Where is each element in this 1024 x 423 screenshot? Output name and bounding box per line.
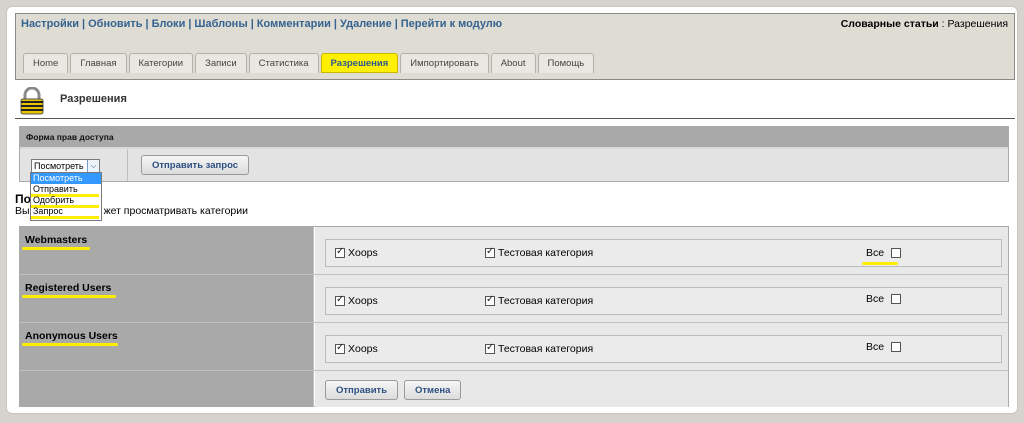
checkbox-all[interactable]: Все: [866, 247, 902, 259]
group-row-anonymous-users: Anonymous Users Xoops Тестовая категория…: [20, 323, 1008, 371]
module-title: Словарные статьи : Разрешения: [841, 18, 1008, 30]
tab-permissions[interactable]: Разрешения: [320, 53, 399, 73]
permission-form-title: Форма прав доступа: [20, 127, 1008, 147]
group-label-cell: Anonymous Users: [20, 323, 314, 370]
dropdown-option-view[interactable]: Посмотреть: [31, 173, 101, 184]
checkbox[interactable]: [335, 342, 345, 354]
checkbox[interactable]: [485, 246, 495, 258]
nav-comments[interactable]: Комментарии: [257, 18, 331, 30]
module-page-name: Разрешения: [947, 18, 1008, 30]
tab-entries[interactable]: Записи: [195, 53, 247, 73]
category-checkbox-group: Xoops Тестовая категория Все: [325, 239, 1002, 267]
nav-uninstall[interactable]: Удаление: [340, 18, 392, 30]
group-permissions-cell: Xoops Тестовая категория Все: [315, 275, 1008, 322]
section-title: По: [15, 192, 31, 206]
checkbox-test-category[interactable]: Тестовая категория: [485, 342, 593, 355]
highlight-mark: [22, 247, 90, 250]
nav-blocks[interactable]: Блоки: [152, 18, 186, 30]
module-title-separator: :: [938, 18, 948, 30]
checkbox-test-category[interactable]: Тестовая категория: [485, 294, 593, 307]
cancel-button[interactable]: Отмена: [404, 380, 462, 400]
permissions-table: Webmasters Xoops Тестовая категория Все …: [19, 226, 1009, 407]
tab-categories[interactable]: Категории: [128, 53, 194, 73]
checkbox-test-category[interactable]: Тестовая категория: [485, 246, 593, 259]
tab-main[interactable]: Главная: [70, 53, 127, 73]
checkbox[interactable]: [485, 294, 495, 306]
permission-form: Форма прав доступа Посмотреть ⌵ Отправит…: [19, 126, 1009, 182]
tab-about[interactable]: About: [490, 53, 536, 73]
tab-home[interactable]: Home: [23, 53, 69, 73]
group-row-registered-users: Registered Users Xoops Тестовая категори…: [20, 275, 1008, 323]
nav-templates[interactable]: Шаблоны: [194, 18, 247, 30]
group-name: Webmasters: [25, 234, 88, 246]
category-checkbox-group: Xoops Тестовая категория Все: [325, 287, 1002, 315]
group-name: Anonymous Users: [25, 330, 118, 342]
dropdown-option-request[interactable]: Запрос: [31, 206, 101, 219]
group-label-cell: Webmasters: [20, 227, 314, 274]
highlight-mark: [22, 343, 118, 346]
section-desc-suffix: жет просматривать категории: [103, 205, 248, 217]
checkbox[interactable]: [335, 294, 345, 306]
highlight-mark: [862, 262, 898, 265]
group-row-webmasters: Webmasters Xoops Тестовая категория Все: [20, 227, 1008, 275]
page-heading: Разрешения: [15, 85, 1015, 119]
admin-header: Настройки | Обновить | Блоки | Шаблоны | Коммент…: [15, 13, 1015, 80]
checkbox-xoops[interactable]: Xoops: [335, 342, 378, 355]
tab-help[interactable]: Помощь: [537, 53, 595, 73]
nav-update[interactable]: Обновить: [88, 18, 142, 30]
submit-button[interactable]: Отправить: [325, 380, 399, 400]
highlight-mark: [31, 216, 99, 219]
section-desc-prefix: Вы: [15, 205, 30, 217]
checkbox[interactable]: [335, 246, 345, 258]
group-permissions-cell: Xoops Тестовая категория Все: [315, 227, 1008, 274]
group-permissions-cell: Xoops Тестовая категория Все: [315, 323, 1008, 370]
tab-bar: Home Главная Категории Записи Статистика…: [23, 53, 595, 73]
checkbox-xoops[interactable]: Xoops: [335, 294, 378, 307]
page-title: Разрешения: [60, 93, 127, 105]
module-name: Словарные статьи: [840, 18, 939, 30]
tab-statistics[interactable]: Статистика: [248, 53, 319, 73]
dropdown-option-approve[interactable]: Одобрить: [31, 195, 101, 208]
form-actions-row: Отправить Отмена: [20, 371, 1008, 407]
dropdown-option-submit[interactable]: Отправить: [31, 184, 101, 197]
category-checkbox-group: Xoops Тестовая категория Все: [325, 335, 1002, 363]
select-value: Посмотреть: [34, 161, 84, 171]
permission-type-dropdown: Посмотреть Отправить Одобрить Запрос: [30, 172, 102, 221]
checkbox[interactable]: [891, 342, 902, 352]
checkbox[interactable]: [891, 294, 902, 304]
group-label-cell: Registered Users: [20, 275, 314, 322]
actions-label-cell: [20, 371, 314, 407]
group-name: Registered Users: [25, 282, 112, 294]
checkbox[interactable]: [891, 248, 902, 258]
actions-cell: Отправить Отмена: [315, 371, 1008, 407]
main-frame: Настройки | Обновить | Блоки | Шаблоны | Коммент…: [6, 6, 1018, 414]
tab-import[interactable]: Импортировать: [400, 53, 489, 73]
nav-settings[interactable]: Настройки: [21, 18, 79, 30]
checkbox-xoops[interactable]: Xoops: [335, 246, 378, 259]
checkbox[interactable]: [485, 342, 495, 354]
lock-icon: [20, 87, 44, 115]
checkbox-all[interactable]: Все: [866, 341, 902, 353]
checkbox-all[interactable]: Все: [866, 293, 902, 305]
send-request-button[interactable]: Отправить запрос: [141, 155, 250, 175]
top-navigation: Настройки | Обновить | Блоки | Шаблоны | Коммент…: [21, 18, 503, 30]
permission-form-row: Посмотреть ⌵ Отправить запрос: [20, 149, 1008, 181]
highlight-mark: [22, 295, 116, 298]
nav-go-to-module[interactable]: Перейти к модулю: [401, 18, 502, 30]
